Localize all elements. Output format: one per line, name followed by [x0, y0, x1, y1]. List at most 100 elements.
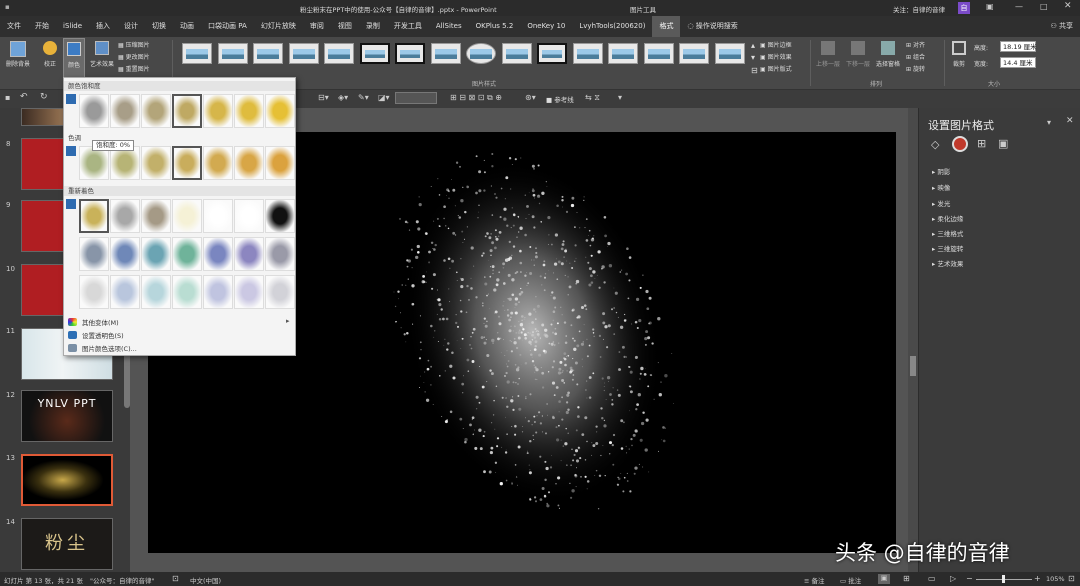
picture-style-thumb[interactable]	[182, 43, 212, 64]
menu-tab-7[interactable]: 口袋动画 PA	[201, 16, 254, 37]
language-label[interactable]: 中文(中国)	[190, 575, 221, 585]
color-swatch[interactable]	[172, 199, 202, 233]
bring-forward-button[interactable]: 上移一层	[814, 41, 842, 68]
menu-tab-15[interactable]: OneKey 10	[520, 16, 572, 37]
color-swatch[interactable]	[265, 94, 295, 128]
height-input[interactable]: 18.19 厘米	[1000, 41, 1037, 52]
slide-thumbnail-13-selected[interactable]	[21, 454, 113, 506]
color-swatch[interactable]	[234, 275, 264, 309]
color-swatch[interactable]	[203, 94, 233, 128]
color-swatch[interactable]	[79, 94, 109, 128]
picture-style-thumb[interactable]	[395, 43, 425, 64]
group-button[interactable]: ⊞ 组合	[906, 52, 925, 61]
gallery-scroll-down[interactable]: ▾	[751, 53, 755, 62]
ribbon-display-icon[interactable]: ▣	[986, 2, 994, 11]
zoom-in-icon[interactable]: +	[1034, 574, 1041, 583]
color-swatch[interactable]	[234, 199, 264, 233]
fill-color-icon[interactable]: ◈▾	[338, 93, 348, 102]
minimize-icon[interactable]: —	[1015, 2, 1023, 11]
picture-style-thumb[interactable]	[217, 43, 248, 64]
picture-effects-button[interactable]: ▣ 图片效果	[760, 52, 792, 61]
effects-tab-icon[interactable]	[952, 136, 968, 152]
remove-background-button[interactable]: 删除背景	[4, 41, 32, 68]
fill-line-tab-icon[interactable]: ◇	[931, 138, 939, 151]
align-tool-icon[interactable]: ⊟▾	[318, 93, 329, 102]
save-icon[interactable]: ▪	[5, 93, 10, 102]
slide-thumbnail-14[interactable]: 粉尘	[21, 518, 113, 570]
set-transparent-color-item[interactable]: 设置透明色(S)	[82, 330, 124, 340]
pane-close-icon[interactable]: ✕	[1066, 116, 1074, 126]
color-swatch[interactable]	[141, 275, 171, 309]
color-swatch[interactable]	[110, 146, 140, 180]
rotate-button[interactable]: ⊞ 旋转	[906, 64, 925, 73]
change-picture-button[interactable]: ▦ 更改图片	[118, 52, 150, 61]
color-swatch[interactable]	[141, 237, 171, 271]
picture-style-thumb[interactable]	[572, 43, 603, 64]
color-swatch[interactable]	[234, 237, 264, 271]
color-swatch[interactable]	[141, 94, 171, 128]
color-swatch[interactable]	[234, 146, 264, 180]
picture-style-thumb[interactable]	[501, 43, 532, 64]
more-variations-item[interactable]: 其他变体(M)	[82, 317, 119, 327]
color-swatch[interactable]	[79, 275, 109, 309]
picture-style-thumb[interactable]	[714, 43, 745, 64]
picture-style-thumb[interactable]	[537, 43, 567, 64]
reference-line-checkbox[interactable]: ■ 参考线	[546, 94, 574, 104]
menu-tab-2[interactable]: iSlide	[56, 16, 89, 37]
pane-section-3d-rotation[interactable]: ▸ 三维旋转	[932, 243, 963, 253]
picture-style-thumb[interactable]	[359, 43, 390, 64]
picture-tab-icon[interactable]: ▣	[998, 137, 1008, 150]
picture-style-thumb[interactable]	[430, 43, 461, 64]
undo-icon[interactable]: ↶	[20, 92, 28, 102]
align-button[interactable]: ⊞ 对齐	[906, 40, 925, 49]
gallery-more[interactable]: ⊟	[751, 66, 758, 75]
reading-view-icon[interactable]: ▭	[928, 574, 936, 583]
zoom-out-icon[interactable]: −	[966, 574, 973, 583]
reset-picture-button[interactable]: ▦ 重置图片	[118, 64, 150, 73]
color-swatch[interactable]	[79, 199, 109, 233]
menu-tab-11[interactable]: 录制	[359, 16, 387, 37]
menu-tab-3[interactable]: 插入	[89, 16, 117, 37]
menu-tab-12[interactable]: 开发工具	[387, 16, 429, 37]
save-icon[interactable]: ▪	[5, 3, 10, 11]
shape-effects-icon[interactable]: ◪▾	[378, 93, 390, 102]
zoom-slider-thumb[interactable]	[1002, 575, 1005, 583]
pane-section-reflection[interactable]: ▸ 映像	[932, 182, 950, 192]
comments-button[interactable]: ▭ 批注	[840, 575, 861, 585]
color-swatch[interactable]	[265, 275, 295, 309]
notes-button[interactable]: ≡ 备注	[804, 575, 825, 585]
color-swatch[interactable]	[110, 275, 140, 309]
color-swatch[interactable]	[203, 199, 233, 233]
picture-style-thumb[interactable]	[608, 43, 638, 64]
picture-layout-button[interactable]: ▣ 图片版式	[760, 64, 792, 73]
menu-tab-10[interactable]: 视图	[331, 16, 359, 37]
normal-view-icon[interactable]: ▣	[878, 574, 890, 584]
color-swatch[interactable]	[79, 237, 109, 271]
picture-style-thumb[interactable]	[679, 43, 709, 64]
menu-tab-4[interactable]: 设计	[117, 16, 145, 37]
slide-thumbnail-12[interactable]: YNLV PPT	[21, 390, 113, 442]
color-swatch[interactable]	[141, 146, 171, 180]
slideshow-icon[interactable]: ▷	[950, 574, 956, 583]
size-properties-tab-icon[interactable]: ⊞	[977, 137, 986, 150]
menu-tab-6[interactable]: 动画	[173, 16, 201, 37]
color-swatch[interactable]	[265, 237, 295, 271]
menu-tab-14[interactable]: OKPlus 5.2	[469, 16, 521, 37]
color-swatch[interactable]	[172, 275, 202, 309]
color-swatch[interactable]	[172, 146, 202, 180]
fit-to-window-icon[interactable]: ⊡	[1068, 574, 1075, 583]
share-button[interactable]: ⚇ 共享	[1043, 16, 1080, 37]
gallery-scroll-up[interactable]: ▴	[751, 41, 755, 50]
menu-tab-1[interactable]: 开始	[28, 16, 56, 37]
close-icon[interactable]: ✕	[1064, 1, 1072, 11]
color-swatch[interactable]	[203, 275, 233, 309]
picture-style-thumb[interactable]	[643, 43, 674, 64]
color-swatch[interactable]	[265, 146, 295, 180]
artistic-effects-button[interactable]: 艺术效果	[88, 41, 116, 68]
accessibility-icon[interactable]: ⊡	[172, 574, 179, 583]
color-swatch[interactable]	[172, 237, 202, 271]
pane-options-icon[interactable]: ▾	[1047, 118, 1051, 127]
more-tools-icon[interactable]: ⊛▾	[525, 93, 536, 102]
picture-style-thumb[interactable]	[324, 43, 354, 64]
color-swatch[interactable]	[110, 199, 140, 233]
